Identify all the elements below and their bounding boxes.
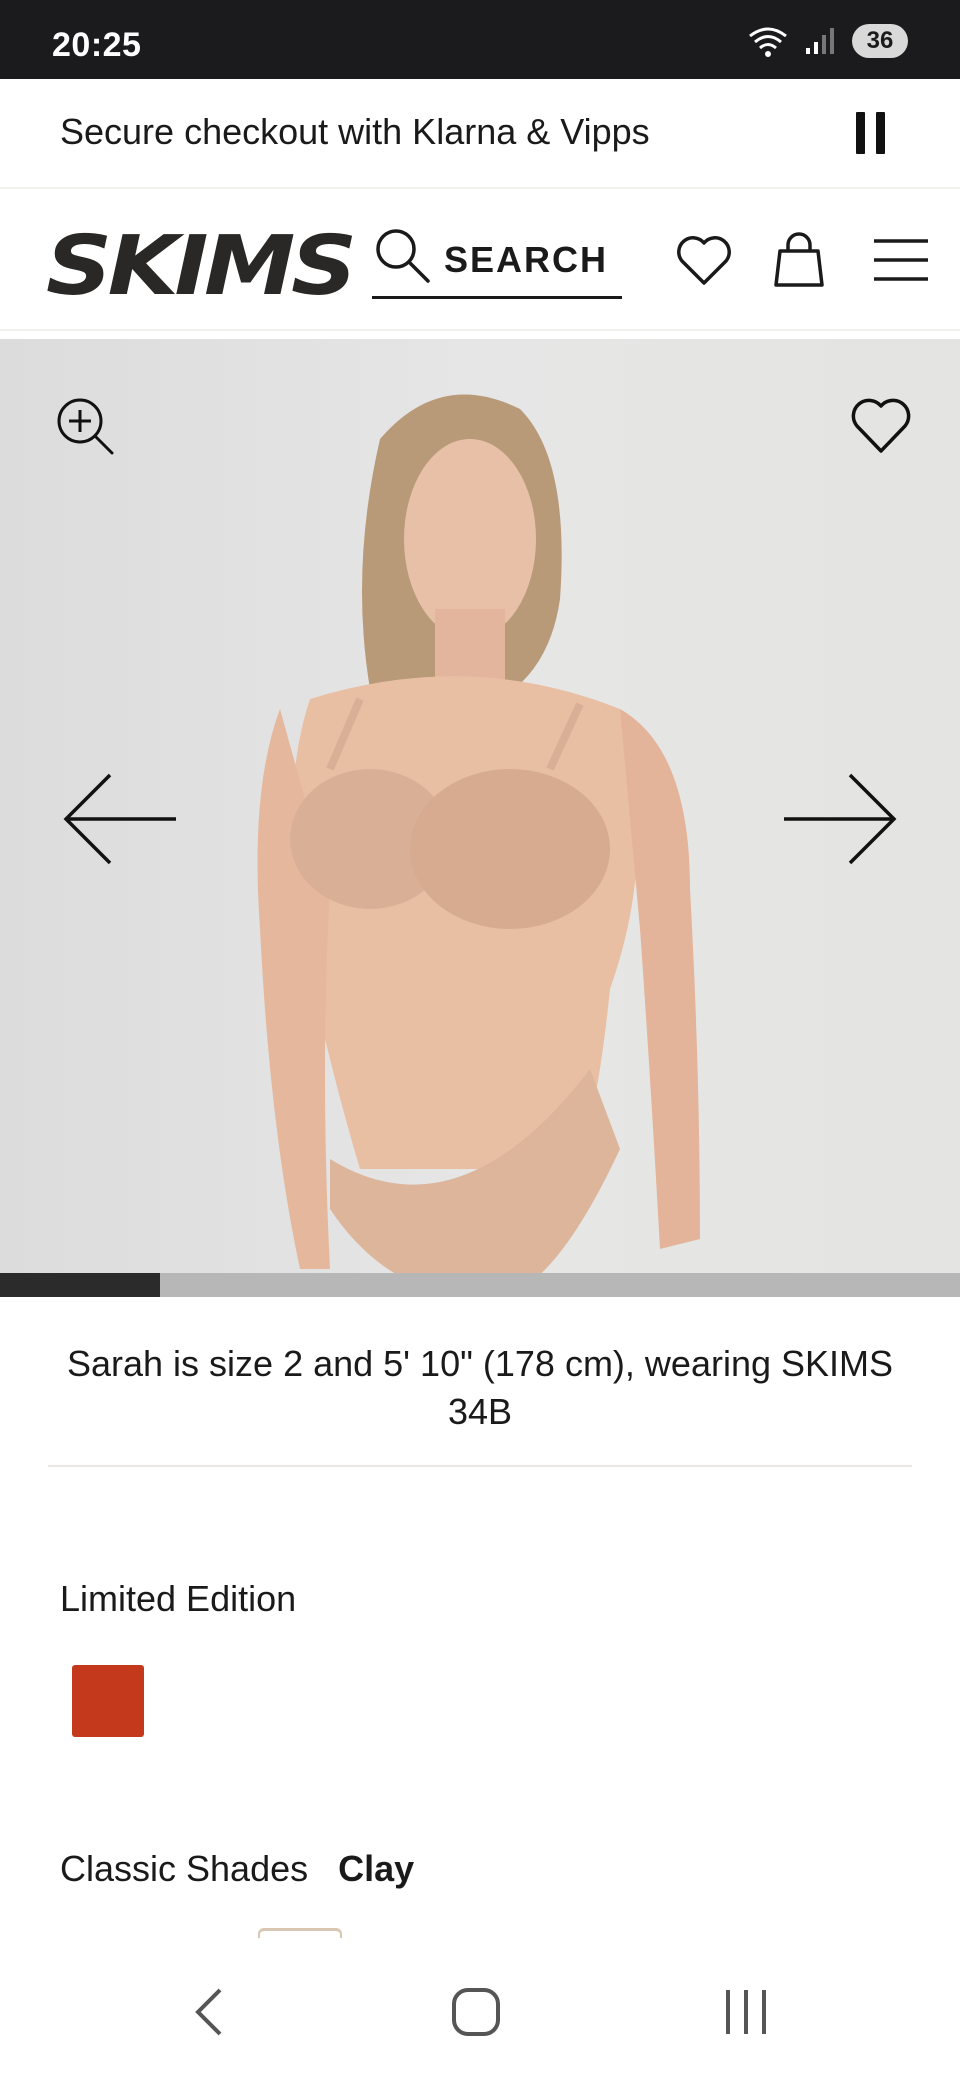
promo-bar: Secure checkout with Klarna & Vipps bbox=[0, 79, 960, 189]
menu-icon[interactable] bbox=[872, 237, 930, 283]
zoom-in-icon[interactable] bbox=[54, 395, 118, 459]
search-label: SEARCH bbox=[444, 239, 609, 280]
wifi-icon bbox=[749, 27, 787, 57]
product-image-carousel[interactable] bbox=[0, 339, 960, 1297]
carousel-progress-bar bbox=[0, 1273, 960, 1297]
carousel-progress-fill bbox=[0, 1273, 161, 1297]
battery-indicator: 36 bbox=[852, 24, 908, 58]
color-swatch-clay[interactable] bbox=[258, 1928, 342, 1938]
classic-shades-row: Classic Shades Clay bbox=[60, 1848, 414, 1890]
home-icon[interactable] bbox=[450, 1986, 502, 2038]
status-icons: 36 bbox=[746, 24, 908, 58]
recent-apps-icon[interactable] bbox=[722, 1986, 770, 2038]
arrow-right-icon[interactable] bbox=[780, 769, 900, 869]
signal-icon bbox=[806, 28, 834, 54]
promo-text: Secure checkout with Klarna & Vipps bbox=[60, 111, 650, 152]
bag-icon[interactable] bbox=[772, 231, 826, 289]
pause-button[interactable] bbox=[852, 112, 892, 156]
model-size-caption: Sarah is size 2 and 5' 10" (178 cm), wea… bbox=[66, 1343, 894, 1432]
status-time: 20:25 bbox=[52, 26, 142, 64]
limited-edition-label: Limited Edition bbox=[60, 1578, 297, 1619]
favorite-heart-icon[interactable] bbox=[850, 397, 912, 455]
site-header: SKIMS SEARCH bbox=[0, 191, 960, 331]
classic-shades-label: Classic Shades bbox=[60, 1848, 309, 1889]
divider bbox=[48, 1465, 912, 1467]
search-icon bbox=[376, 229, 430, 283]
search-field[interactable]: SEARCH bbox=[372, 221, 622, 299]
system-nav-bar bbox=[0, 1940, 960, 2080]
status-bar: 20:25 36 bbox=[0, 0, 960, 79]
wishlist-heart-icon[interactable] bbox=[676, 235, 732, 287]
back-icon[interactable] bbox=[190, 1986, 230, 2038]
product-photo-model bbox=[257, 394, 700, 1297]
skims-logo[interactable]: SKIMS bbox=[46, 219, 357, 314]
color-swatch-limited[interactable] bbox=[72, 1665, 144, 1737]
arrow-left-icon[interactable] bbox=[60, 769, 180, 869]
pause-icon bbox=[856, 112, 865, 154]
selected-shade-value: Clay bbox=[338, 1848, 415, 1889]
